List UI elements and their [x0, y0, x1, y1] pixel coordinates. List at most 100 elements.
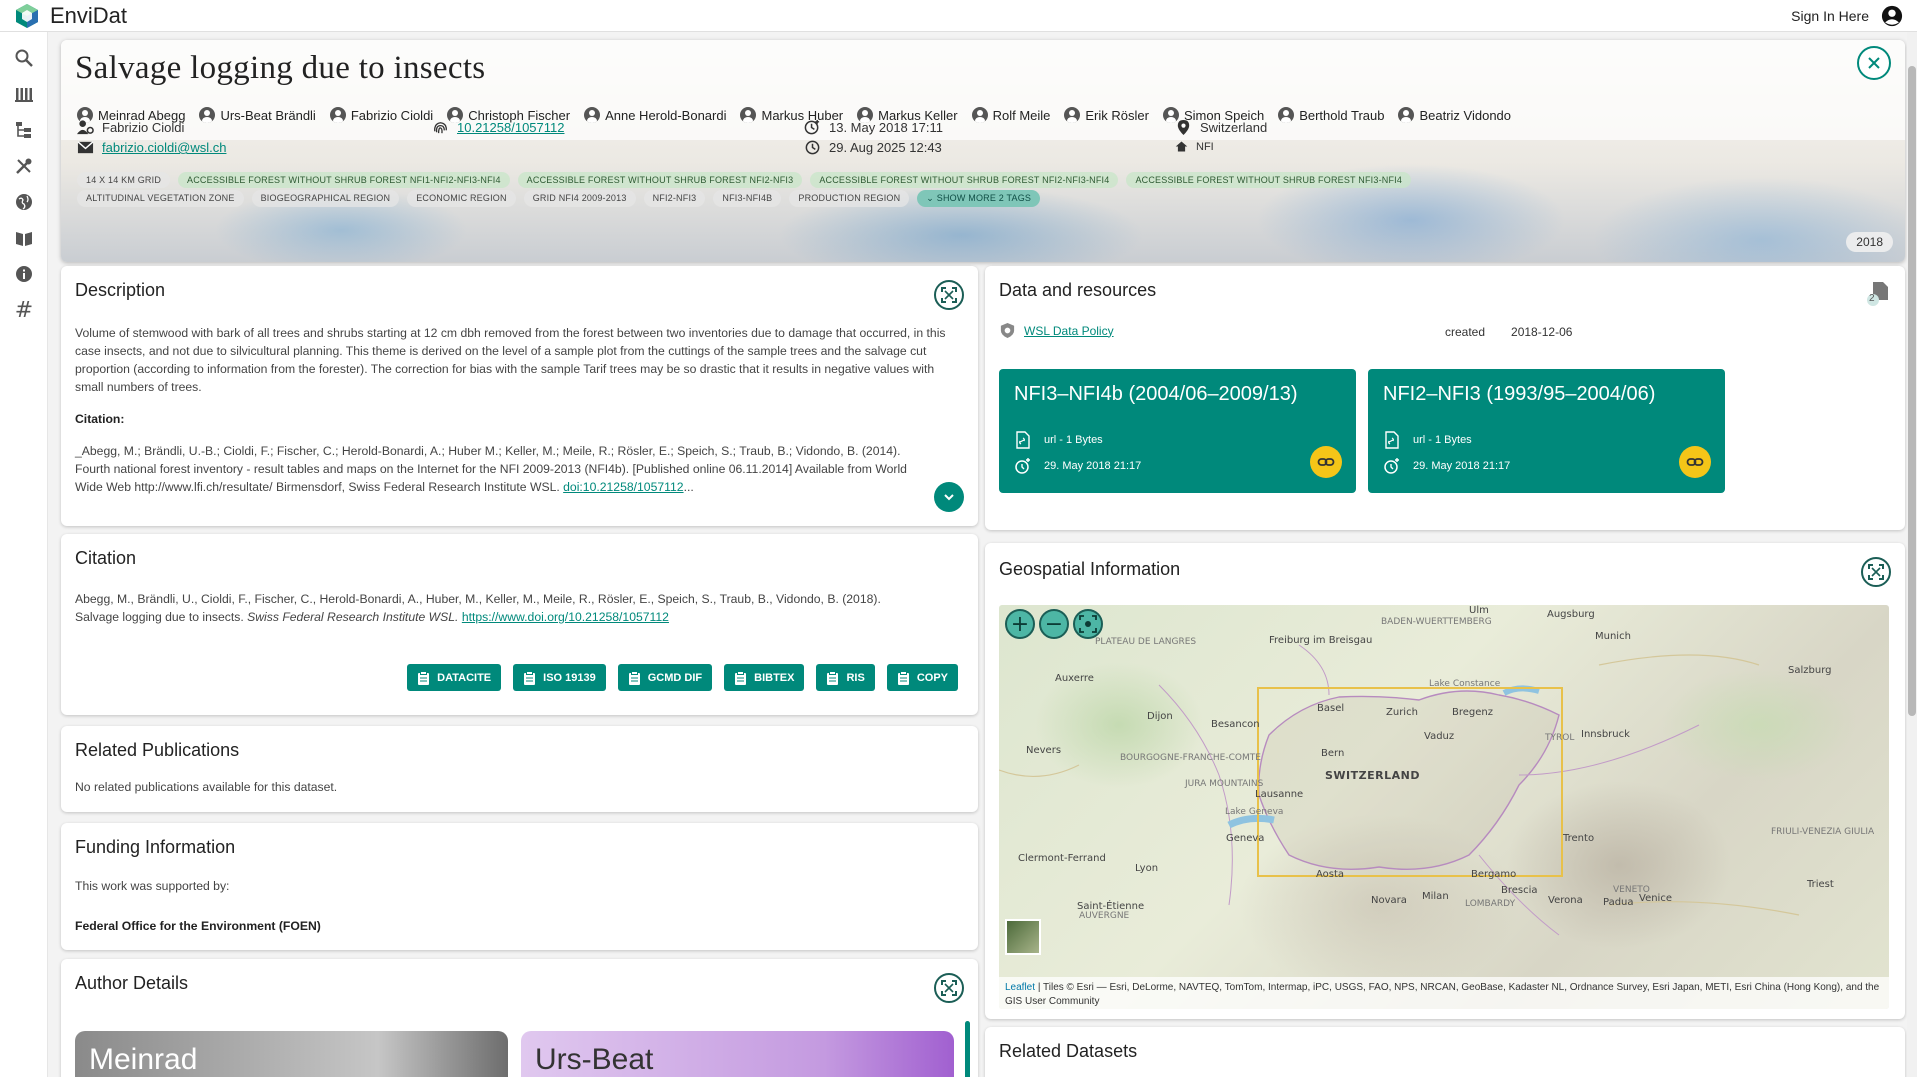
basemap-toggle[interactable] — [1005, 919, 1041, 955]
citation-card: Citation Abegg, M., Brändli, U., Cioldi,… — [61, 534, 978, 715]
map-label-padua: Padua — [1603, 897, 1634, 908]
author-name: Rolf Meile — [992, 107, 1051, 123]
description-expand-button[interactable] — [934, 280, 964, 310]
chevron-down-icon — [944, 494, 954, 501]
author-chip[interactable]: Berthold Traub — [1278, 107, 1384, 123]
contact-person-icon — [77, 120, 94, 135]
zoom-out-button[interactable]: − — [1039, 609, 1069, 639]
data-policy-link[interactable]: WSL Data Policy — [1024, 324, 1114, 338]
map-label-ulm: Ulm — [1469, 605, 1489, 616]
author-avatar-icon — [971, 107, 988, 123]
author-chip[interactable]: Beatriz Vidondo — [1398, 107, 1511, 123]
hashtag-icon[interactable]: # — [0, 292, 48, 328]
resource-name: NFI2–NFI3 (1993/95–2004/06) — [1383, 383, 1656, 405]
map[interactable]: + − Ulm Augsburg Munich Salzburg Freiburg im… — [999, 605, 1889, 1009]
page-scrollbar-thumb[interactable] — [1908, 66, 1916, 716]
keyword-tag[interactable]: ACCESSIBLE FOREST WITHOUT SHRUB FOREST N… — [1126, 172, 1412, 188]
author-avatar-icon — [1064, 107, 1081, 123]
account-icon[interactable] — [1881, 5, 1903, 27]
projects-icon[interactable] — [0, 112, 48, 148]
export-bibtex-button[interactable]: BIBTEX — [724, 664, 805, 691]
map-label-bourgogne: BOURGOGNE-FRANCHE-COMTE — [1120, 753, 1261, 763]
keyword-tag[interactable]: NFI3-NFI4B — [713, 190, 782, 207]
location-row: Switzerland — [1175, 119, 1267, 136]
left-nav: # — [0, 32, 48, 1077]
description-expand-more-button[interactable] — [934, 482, 964, 512]
keyword-tag[interactable]: ALTITUDINAL VEGETATION ZONE — [77, 190, 244, 207]
search-icon[interactable] — [0, 40, 48, 76]
keyword-tag[interactable]: ACCESSIBLE FOREST WITHOUT SHRUB FOREST N… — [810, 172, 1119, 188]
keyword-tag[interactable]: GRID NFI4 2009-2013 — [523, 190, 636, 207]
map-label-plateau: PLATEAU DE LANGRES — [1095, 637, 1197, 647]
related-datasets-title: Related Datasets — [999, 1041, 1138, 1061]
author-chip[interactable]: Anne Herold-Bonardi — [584, 107, 726, 123]
map-label-bregenz: Bregenz — [1452, 707, 1493, 718]
contact-email-link[interactable]: fabrizio.cioldi@wsl.ch — [102, 140, 226, 155]
citation-export-buttons: DATACITE ISO 19139 GCMD DIF BIBTEX RIS COPY — [407, 664, 958, 691]
author-chip[interactable]: Erik Rösler — [1064, 107, 1149, 123]
keyword-tag[interactable]: 14 X 14 KM GRID — [77, 172, 171, 188]
keyword-tag[interactable]: ECONOMIC REGION — [407, 190, 516, 207]
citation-doi-link[interactable]: https://www.doi.org/10.21258/1057112 — [462, 610, 669, 624]
browse-icon[interactable] — [0, 76, 48, 112]
envidat-logo-icon — [16, 3, 38, 28]
author-name: Urs-Beat Brändli — [220, 107, 316, 123]
resource-open-button[interactable] — [1310, 446, 1342, 478]
keyword-tag[interactable]: PRODUCTION REGION — [789, 190, 910, 207]
map-icon[interactable] — [0, 184, 48, 220]
description-title: Description — [75, 280, 166, 300]
map-attribution: Leaflet | Tiles © Esri — Esri, DeLorme, … — [999, 977, 1889, 1009]
keyword-tag[interactable]: ACCESSIBLE FOREST WITHOUT SHRUB FOREST N… — [178, 172, 510, 188]
tools-icon[interactable] — [0, 148, 48, 184]
app-logo[interactable]: EnviDat — [14, 3, 127, 29]
author-card[interactable]: Urs-Beat — [521, 1031, 954, 1077]
close-button[interactable] — [1857, 46, 1891, 80]
file-link-icon — [1016, 431, 1030, 449]
doi-link[interactable]: 10.21258/1057112 — [457, 120, 564, 135]
author-avatar-icon — [740, 107, 757, 123]
sign-in-link[interactable]: Sign In Here — [1791, 8, 1869, 24]
author-avatar-icon — [329, 107, 346, 123]
map-label-auxerre: Auxerre — [1055, 673, 1094, 684]
export-datacite-button[interactable]: DATACITE — [407, 664, 502, 691]
about-icon[interactable] — [0, 256, 48, 292]
map-fullscreen-button[interactable] — [1861, 557, 1891, 587]
author-chip[interactable]: Fabrizio Cioldi — [329, 107, 433, 123]
author-card[interactable]: Meinrad — [75, 1031, 508, 1077]
description-doi-link[interactable]: doi:10.21258/1057112 — [563, 480, 683, 494]
leaflet-link[interactable]: Leaflet — [1005, 982, 1035, 993]
export-iso-19139-button[interactable]: ISO 19139 — [513, 664, 606, 691]
keyword-tag[interactable]: ACCESSIBLE FOREST WITHOUT SHRUB FOREST N… — [517, 172, 803, 188]
fit-bounds-button[interactable] — [1073, 609, 1103, 639]
keyword-tag[interactable]: NFI2-NFI3 — [643, 190, 706, 207]
export-ris-button[interactable]: RIS — [816, 664, 875, 691]
export-copy-button[interactable]: COPY — [886, 664, 958, 691]
map-label-lyon: Lyon — [1135, 863, 1159, 874]
author-chip[interactable]: Rolf Meile — [971, 107, 1051, 123]
page-scrollbar[interactable] — [1907, 32, 1917, 1077]
author-name: Beatriz Vidondo — [1419, 107, 1512, 123]
funding-text: This work was supported by: — [75, 879, 230, 893]
map-label-basel: Basel — [1317, 703, 1345, 714]
fingerprint-icon — [434, 122, 447, 134]
year-badge: 2018 — [1846, 232, 1893, 252]
data-policy-row: WSL Data Policy — [999, 322, 1114, 339]
resource-type: url - 1 Bytes — [1044, 434, 1103, 446]
clock-edit-icon — [805, 140, 820, 155]
export-gcmd-dif-button[interactable]: GCMD DIF — [617, 664, 713, 691]
resource-open-button[interactable] — [1679, 446, 1711, 478]
zoom-in-button[interactable]: + — [1005, 609, 1035, 639]
show-more-tags-button[interactable]: ⌄ SHOW MORE 2 TAGS — [917, 190, 1041, 207]
map-label-bern: Bern — [1321, 748, 1345, 759]
fullscreen-icon — [941, 287, 957, 303]
author-chip[interactable]: Urs-Beat Brändli — [199, 107, 316, 123]
author-details-expand-button[interactable] — [934, 973, 964, 1003]
keyword-tag[interactable]: BIOGEOGRAPHICAL REGION — [251, 190, 400, 207]
resource-card[interactable]: NFI2–NFI3 (1993/95–2004/06) url - 1 Bytes… — [1368, 369, 1725, 493]
geospatial-card: Geospatial Information + − Ulm Augsburg Mu… — [985, 543, 1905, 1019]
resource-card[interactable]: NFI3–NFI4b (2004/06–2009/13) url - 1 Byte… — [999, 369, 1356, 493]
guides-icon[interactable] — [0, 220, 48, 256]
tag-row-2: ALTITUDINAL VEGETATION ZONE BIOGEOGRAPHIC… — [77, 190, 1041, 207]
author-cards-scrollbar[interactable] — [965, 1021, 970, 1077]
link-icon — [1686, 458, 1704, 466]
